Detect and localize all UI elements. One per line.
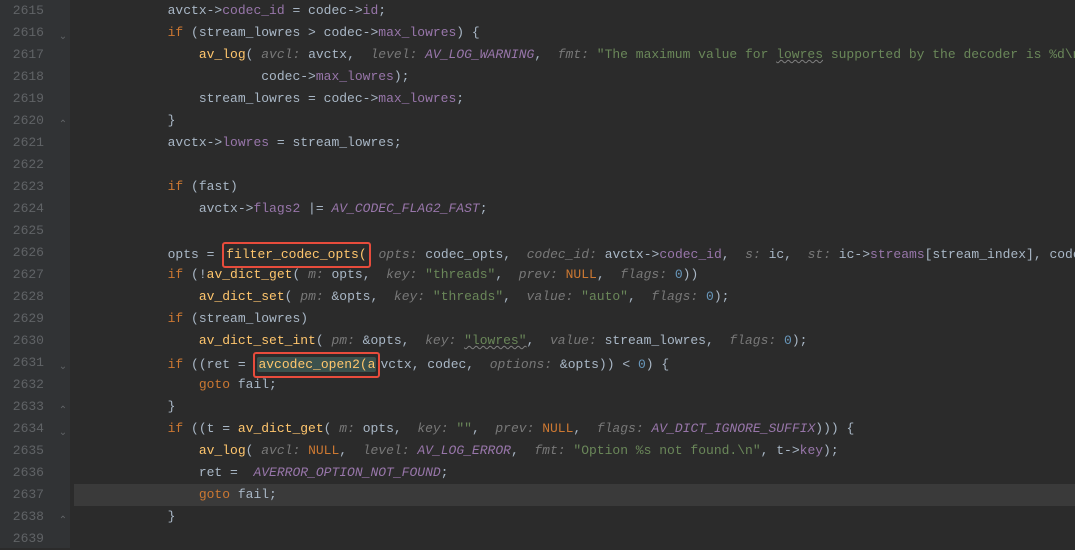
code-line[interactable]: if ((t = av_dict_get( m: opts, key: "", … — [74, 418, 1075, 440]
param-hint: avcl: — [261, 443, 300, 458]
code-line[interactable] — [74, 220, 1075, 242]
function-call: avcodec_open2(a — [258, 357, 375, 372]
code-line[interactable]: ret = AVERROR_OPTION_NOT_FOUND; — [74, 462, 1075, 484]
param-hint: flags: — [651, 289, 698, 304]
param-hint: flags: — [597, 421, 644, 436]
line-number: 2637 — [8, 484, 44, 506]
param-hint: prev: — [519, 267, 558, 282]
line-number: 2617 — [8, 44, 44, 66]
param-hint: key: — [425, 333, 456, 348]
line-number: 2639 — [8, 528, 44, 550]
line-number-gutter: 2615261626172618261926202621262226232624… — [0, 0, 56, 548]
line-number: 2626 — [8, 242, 44, 264]
fold-toggle-icon[interactable]: ⌃ — [58, 401, 68, 423]
fold-toggle-icon[interactable]: ⌄ — [58, 423, 68, 445]
line-number: 2616 — [8, 22, 44, 44]
code-line[interactable]: } — [74, 110, 1075, 132]
fold-toggle-icon[interactable]: ⌄ — [58, 27, 68, 49]
line-number: 2632 — [8, 374, 44, 396]
code-line[interactable]: opts = filter_codec_opts( opts: codec_op… — [74, 242, 1075, 264]
line-number: 2633 — [8, 396, 44, 418]
param-hint: key: — [417, 421, 448, 436]
param-hint: flags: — [729, 333, 776, 348]
param-hint: flags: — [620, 267, 667, 282]
function-call: av_log — [199, 443, 246, 458]
param-hint: m: — [339, 421, 355, 436]
param-hint: value: — [550, 333, 597, 348]
code-area[interactable]: avctx->codec_id = codec->id; if (stream_… — [70, 0, 1075, 548]
param-hint: pm: — [331, 333, 354, 348]
code-line[interactable]: avctx->lowres = stream_lowres; — [74, 132, 1075, 154]
code-line[interactable]: avctx->codec_id = codec->id; — [74, 0, 1075, 22]
code-line[interactable]: codec->max_lowres); — [74, 66, 1075, 88]
function-call: av_dict_get — [238, 421, 324, 436]
param-hint: avcl: — [261, 47, 300, 62]
code-line[interactable]: } — [74, 506, 1075, 528]
code-line[interactable]: if (stream_lowres > codec->max_lowres) { — [74, 22, 1075, 44]
code-line[interactable]: av_log( avcl: NULL, level: AV_LOG_ERROR,… — [74, 440, 1075, 462]
line-number: 2625 — [8, 220, 44, 242]
function-call: av_dict_set — [199, 289, 285, 304]
line-number: 2620 — [8, 110, 44, 132]
param-hint: m: — [308, 267, 324, 282]
param-hint: key: — [386, 267, 417, 282]
param-hint: st: — [808, 247, 831, 262]
code-line[interactable]: if (stream_lowres) — [74, 308, 1075, 330]
code-line[interactable] — [74, 154, 1075, 176]
param-hint: key: — [394, 289, 425, 304]
line-number: 2629 — [8, 308, 44, 330]
fold-toggle-icon[interactable]: ⌃ — [58, 511, 68, 533]
line-number: 2636 — [8, 462, 44, 484]
param-hint: value: — [527, 289, 574, 304]
code-line[interactable] — [74, 528, 1075, 550]
fold-toggle-icon[interactable]: ⌃ — [58, 115, 68, 137]
param-hint: level: — [370, 47, 417, 62]
param-hint: s: — [745, 247, 761, 262]
fold-toggle-icon[interactable]: ⌄ — [58, 357, 68, 379]
code-line[interactable]: av_dict_set( pm: &opts, key: "threads", … — [74, 286, 1075, 308]
line-number: 2634 — [8, 418, 44, 440]
line-number: 2635 — [8, 440, 44, 462]
function-call: av_log — [199, 47, 246, 62]
param-hint: codec_id: — [527, 247, 597, 262]
code-line[interactable]: } — [74, 396, 1075, 418]
param-hint: fmt: — [534, 443, 565, 458]
code-line[interactable]: if (fast) — [74, 176, 1075, 198]
line-number: 2631 — [8, 352, 44, 374]
code-line[interactable]: stream_lowres = codec->max_lowres; — [74, 88, 1075, 110]
code-line[interactable]: if ((ret = avcodec_open2(avctx, codec, o… — [74, 352, 1075, 374]
param-hint: fmt: — [558, 47, 589, 62]
function-call: filter_codec_opts( — [226, 247, 366, 262]
function-call: av_dict_set_int — [199, 333, 316, 348]
param-hint: prev: — [495, 421, 534, 436]
param-hint: opts: — [371, 247, 418, 262]
code-editor[interactable]: 2615261626172618261926202621262226232624… — [0, 0, 1075, 548]
code-line[interactable]: goto fail; — [74, 484, 1075, 506]
code-line[interactable]: av_log( avcl: avctx, level: AV_LOG_WARNI… — [74, 44, 1075, 66]
line-number: 2638 — [8, 506, 44, 528]
line-number: 2630 — [8, 330, 44, 352]
fold-column[interactable]: ⌄⌃⌄⌃⌄⌃ — [56, 0, 70, 548]
line-number: 2621 — [8, 132, 44, 154]
line-number: 2615 — [8, 0, 44, 22]
line-number: 2618 — [8, 66, 44, 88]
function-call: av_dict_get — [207, 267, 293, 282]
line-number: 2627 — [8, 264, 44, 286]
line-number: 2628 — [8, 286, 44, 308]
code-line[interactable]: avctx->flags2 |= AV_CODEC_FLAG2_FAST; — [74, 198, 1075, 220]
line-number: 2622 — [8, 154, 44, 176]
param-hint: options: — [490, 357, 552, 372]
param-hint: pm: — [300, 289, 323, 304]
line-number: 2624 — [8, 198, 44, 220]
line-number: 2623 — [8, 176, 44, 198]
line-number: 2619 — [8, 88, 44, 110]
code-line[interactable]: av_dict_set_int( pm: &opts, key: "lowres… — [74, 330, 1075, 352]
code-line[interactable]: if (!av_dict_get( m: opts, key: "threads… — [74, 264, 1075, 286]
param-hint: level: — [363, 443, 410, 458]
code-line[interactable]: goto fail; — [74, 374, 1075, 396]
